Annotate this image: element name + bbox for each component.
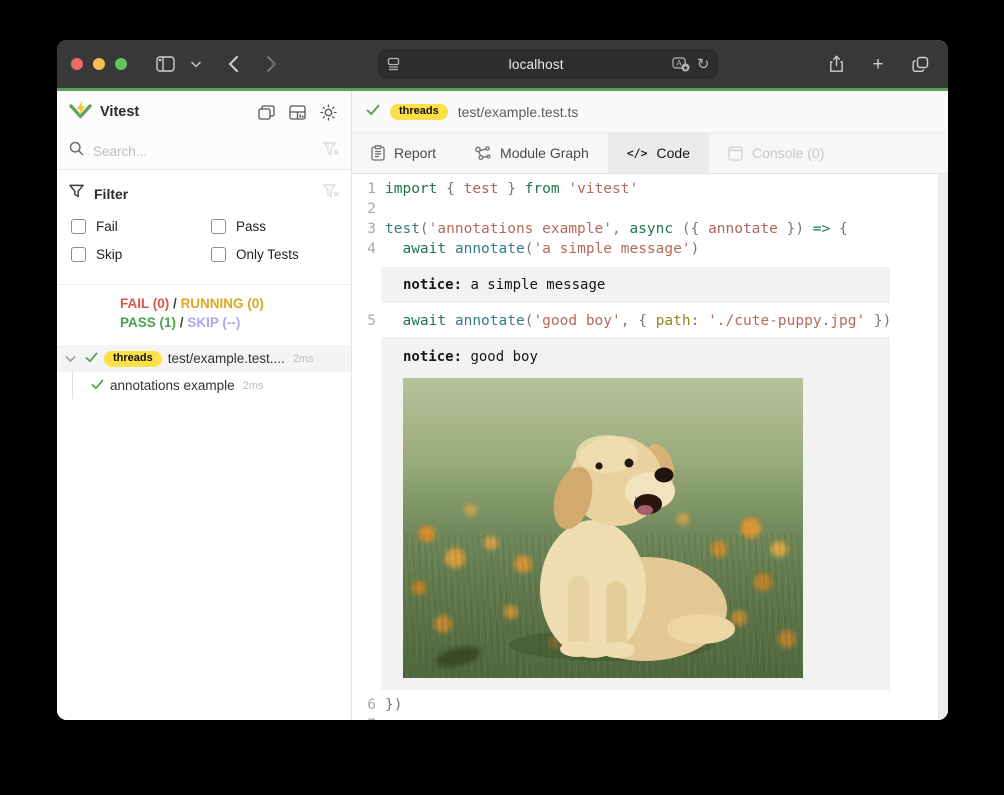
app-title: Vitest [100, 104, 255, 120]
test-file-row[interactable]: threads test/example.test.... 2ms [57, 345, 351, 372]
code-line: 2 [352, 199, 938, 219]
svg-text:A: A [676, 59, 682, 68]
code-line: 5 await annotate('good boy', { path: './… [352, 311, 938, 331]
collapse-panels-icon[interactable] [255, 101, 277, 123]
cute-puppy-image [403, 378, 803, 678]
code-scroll-area: 1import { test } from 'vitest' 2 3test('… [352, 174, 938, 720]
theme-toggle-sun-icon[interactable] [317, 101, 339, 123]
svg-text:★: ★ [683, 64, 689, 72]
fail-count: FAIL (0) [120, 296, 169, 311]
reload-icon[interactable]: ↻ [697, 57, 710, 72]
chevron-down-icon[interactable] [65, 355, 79, 363]
checkbox-fail[interactable]: Fail [71, 219, 211, 234]
code-line: 6}) [352, 695, 938, 715]
code-line: 1import { test } from 'vitest' [352, 179, 938, 199]
search-icon [69, 141, 84, 161]
new-tab-icon[interactable]: + [864, 50, 892, 78]
vitest-logo [69, 99, 92, 126]
code-line: 3test('annotations example', async ({ an… [352, 219, 938, 239]
tab-console[interactable]: Console (0) [709, 133, 843, 173]
fail-checkbox-box[interactable] [71, 219, 86, 234]
console-icon [728, 146, 743, 161]
file-header: threads test/example.test.ts [352, 91, 948, 133]
skip-count: SKIP (--) [187, 315, 240, 330]
puppy-illustration [403, 378, 803, 678]
test-file-duration: 2ms [293, 353, 314, 365]
test-file-name: test/example.test.... [168, 351, 285, 366]
notice-label: notice: [403, 277, 462, 293]
tab-overview-icon[interactable] [906, 50, 934, 78]
checkbox-only-tests[interactable]: Only Tests [211, 247, 339, 262]
traffic-lights [71, 58, 127, 70]
test-case-name: annotations example [110, 378, 235, 393]
search-bar [57, 133, 351, 170]
pass-check-icon [366, 103, 380, 121]
test-status-summary: FAIL (0) / RUNNING (0) PASS (1) / SKIP (… [57, 284, 351, 340]
clear-filter-icon[interactable] [323, 184, 339, 203]
close-window-button[interactable] [71, 58, 83, 70]
notice-label: notice: [403, 349, 462, 365]
dashboard-icon[interactable] [286, 101, 308, 123]
module-graph-icon [474, 146, 491, 161]
test-tree: threads test/example.test.... 2ms annota… [57, 345, 351, 399]
report-icon [371, 145, 385, 161]
code-line: 7 [352, 715, 938, 720]
forward-icon[interactable] [257, 50, 285, 78]
pass-check-icon [91, 377, 104, 395]
filter-label: Filter [94, 186, 314, 202]
test-case-row[interactable]: annotations example 2ms [57, 372, 351, 399]
code-view: 1import { test } from 'vitest' 2 3test('… [352, 174, 948, 720]
sidebar-header: Vitest [57, 91, 351, 133]
sidebar-toggle-icon[interactable] [151, 50, 179, 78]
back-icon[interactable] [219, 50, 247, 78]
checkbox-pass[interactable]: Pass [211, 219, 339, 234]
share-icon[interactable] [822, 50, 850, 78]
code-line: 4 await annotate('a simple message') [352, 239, 938, 259]
annotation-notice: notice: a simple message [381, 267, 890, 303]
code-icon: </> [627, 146, 648, 160]
minimize-window-button[interactable] [93, 58, 105, 70]
browser-toolbar: localhost A ★ ↻ + [57, 40, 948, 88]
browser-window: localhost A ★ ↻ + [57, 40, 948, 720]
tab-module-graph[interactable]: Module Graph [455, 133, 608, 173]
pool-badge: threads [104, 351, 162, 367]
sidebar: Vitest [57, 91, 352, 720]
skip-checkbox-box[interactable] [71, 247, 86, 262]
clear-search-icon[interactable] [323, 142, 339, 161]
tree-indent-line [72, 372, 73, 399]
pass-check-icon [85, 350, 98, 368]
annotation-notice: notice: good boy [381, 337, 890, 690]
pool-badge: threads [390, 104, 448, 120]
page-format-icon[interactable] [386, 57, 401, 71]
url-text[interactable]: localhost [401, 57, 672, 72]
test-case-duration: 2ms [243, 380, 264, 392]
only-tests-checkbox-box[interactable] [211, 247, 226, 262]
sidebar-menu-chevron-down-icon[interactable] [189, 50, 203, 78]
vertical-scrollbar[interactable] [938, 174, 948, 720]
open-file-path: test/example.test.ts [458, 104, 579, 120]
funnel-icon [69, 184, 84, 203]
notice-text: a simple message [462, 277, 605, 293]
running-count: RUNNING (0) [181, 296, 264, 311]
zoom-window-button[interactable] [115, 58, 127, 70]
view-tabs: Report Module Graph </> Code [352, 133, 948, 174]
translate-icon[interactable]: A ★ [672, 57, 690, 72]
pass-count: PASS (1) [120, 315, 176, 330]
tab-report[interactable]: Report [352, 133, 455, 173]
search-input[interactable] [93, 144, 314, 159]
pass-checkbox-box[interactable] [211, 219, 226, 234]
address-bar[interactable]: localhost A ★ ↻ [378, 49, 718, 79]
notice-text: good boy [462, 349, 538, 365]
checkbox-skip[interactable]: Skip [71, 247, 211, 262]
tab-code[interactable]: </> Code [608, 133, 709, 173]
filter-section: Filter Fail Pass Skip Only Tests [57, 170, 351, 272]
main-pane: threads test/example.test.ts Report [352, 91, 948, 720]
